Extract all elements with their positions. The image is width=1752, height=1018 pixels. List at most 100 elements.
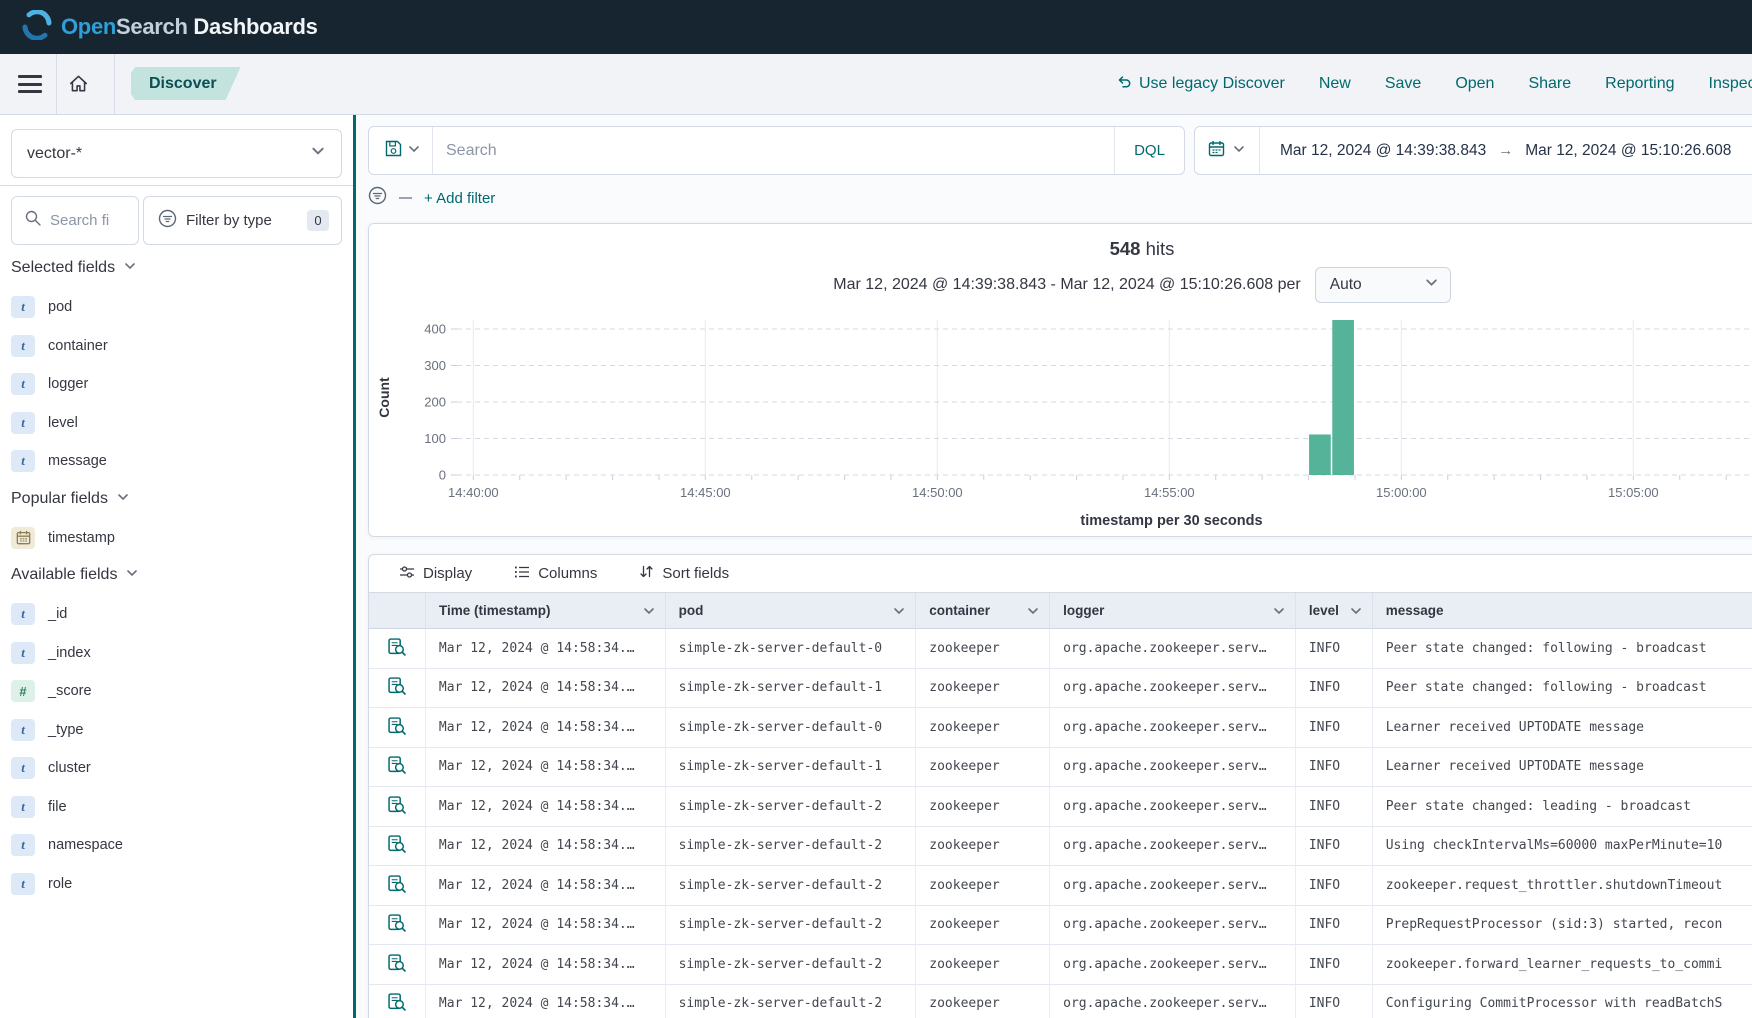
field-item-timestamp[interactable]: timestamp	[11, 519, 342, 558]
expand-document-icon[interactable]	[386, 636, 408, 661]
table-row[interactable]: Mar 12, 2024 @ 14:58:34.…simple-zk-serve…	[369, 787, 1752, 827]
nav-action-inspect[interactable]: Inspect	[1709, 75, 1752, 93]
expand-document-icon[interactable]	[386, 715, 408, 740]
nav-action-use-legacy-discover[interactable]: Use legacy Discover	[1117, 74, 1285, 94]
query-language-button[interactable]: DQL	[1114, 127, 1184, 174]
table-row[interactable]: Mar 12, 2024 @ 14:58:34.…simple-zk-serve…	[369, 906, 1752, 946]
home-icon[interactable]	[68, 73, 89, 97]
toolbar-display-button[interactable]: Display	[399, 564, 472, 584]
table-row[interactable]: Mar 12, 2024 @ 14:58:34.…simple-zk-serve…	[369, 748, 1752, 788]
filter-options-icon[interactable]	[368, 186, 387, 210]
table-row[interactable]: Mar 12, 2024 @ 14:58:34.…simple-zk-serve…	[369, 669, 1752, 709]
field-item-container[interactable]: tcontainer	[11, 327, 342, 366]
column-header-logger[interactable]: logger	[1050, 593, 1296, 628]
column-header-container[interactable]: container	[916, 593, 1050, 628]
column-header-time-timestamp-[interactable]: Time (timestamp)	[426, 593, 666, 628]
divider	[0, 185, 353, 186]
table-row[interactable]: Mar 12, 2024 @ 14:58:34.…simple-zk-serve…	[369, 708, 1752, 748]
field-name: file	[48, 799, 67, 815]
cell-level: INFO	[1296, 985, 1373, 1018]
field-item--id[interactable]: t_id	[11, 595, 342, 634]
cell-message: Peer state changed: leading - broadcast	[1373, 787, 1752, 826]
expand-document-icon[interactable]	[386, 912, 408, 937]
field-item-logger[interactable]: tlogger	[11, 365, 342, 404]
filter-by-type-button[interactable]: Filter by type 0	[143, 196, 342, 245]
add-filter-button[interactable]: + Add filter	[424, 190, 495, 207]
svg-text:0: 0	[439, 468, 446, 483]
cell-pod: simple-zk-server-default-2	[666, 866, 917, 905]
cell-level: INFO	[1296, 906, 1373, 945]
field-item--type[interactable]: t_type	[11, 711, 342, 750]
date-range-picker[interactable]: Mar 12, 2024 @ 14:39:38.843 → Mar 12, 20…	[1194, 126, 1752, 175]
cell-message: Learner received UPTODATE message	[1373, 748, 1752, 787]
expand-document-icon[interactable]	[386, 794, 408, 819]
table-row[interactable]: Mar 12, 2024 @ 14:58:34.…simple-zk-serve…	[369, 629, 1752, 669]
table-row[interactable]: Mar 12, 2024 @ 14:58:34.…simple-zk-serve…	[369, 827, 1752, 867]
chevron-down-icon[interactable]	[1350, 605, 1362, 620]
date-to[interactable]: Mar 12, 2024 @ 15:10:26.608	[1525, 142, 1731, 160]
expand-document-icon[interactable]	[386, 991, 408, 1016]
menu-icon[interactable]	[18, 73, 42, 95]
chevron-down-icon	[408, 142, 420, 160]
section-header-available-fields[interactable]: Available fields	[11, 560, 342, 590]
field-item-cluster[interactable]: tcluster	[11, 749, 342, 788]
string-type-icon: t	[11, 450, 35, 472]
section-header-popular-fields[interactable]: Popular fields	[11, 484, 342, 514]
expand-document-icon[interactable]	[386, 873, 408, 898]
histogram-chart[interactable]: 14:40:0014:45:0014:50:0014:55:0015:00:00…	[369, 311, 1752, 536]
field-name: logger	[48, 376, 88, 392]
saved-query-menu[interactable]	[369, 127, 433, 174]
chevron-down-icon[interactable]	[893, 605, 905, 620]
toolbar-columns-button[interactable]: Columns	[514, 564, 597, 584]
cell-message: Peer state changed: following - broadcas…	[1373, 629, 1752, 668]
opensearch-logo: OpenSearch Dashboards	[22, 10, 318, 45]
nav-action-reporting[interactable]: Reporting	[1605, 75, 1674, 93]
field-item--score[interactable]: #_score	[11, 672, 342, 711]
interval-select[interactable]: Auto	[1315, 267, 1451, 303]
column-header-message[interactable]: message	[1373, 593, 1752, 628]
toolbar-sort-fields-button[interactable]: Sort fields	[639, 564, 729, 583]
cell-message: zookeeper.request_throttler.shutdownTime…	[1373, 866, 1752, 905]
section-header-selected-fields[interactable]: Selected fields	[11, 253, 342, 283]
table-row[interactable]: Mar 12, 2024 @ 14:58:34.…simple-zk-serve…	[369, 945, 1752, 985]
cell-message: zookeeper.forward_learner_requests_to_co…	[1373, 945, 1752, 984]
field-item-file[interactable]: tfile	[11, 788, 342, 827]
field-item-namespace[interactable]: tnamespace	[11, 826, 342, 865]
field-item--index[interactable]: t_index	[11, 634, 342, 673]
expand-document-icon[interactable]	[386, 952, 408, 977]
chevron-down-icon[interactable]	[1027, 605, 1039, 620]
cell-level: INFO	[1296, 629, 1373, 668]
date-from[interactable]: Mar 12, 2024 @ 14:39:38.843	[1280, 142, 1486, 160]
search-input[interactable]: Search	[433, 142, 1114, 160]
chevron-down-icon	[117, 490, 129, 508]
expand-document-icon[interactable]	[386, 833, 408, 858]
string-type-icon: t	[11, 796, 35, 818]
svg-text:Count: Count	[376, 377, 392, 418]
nav-action-open[interactable]: Open	[1455, 75, 1494, 93]
column-header-pod[interactable]: pod	[666, 593, 917, 628]
expand-document-icon[interactable]	[386, 675, 408, 700]
chevron-down-icon[interactable]	[643, 605, 655, 620]
list-icon	[514, 564, 530, 584]
field-item-level[interactable]: tlevel	[11, 404, 342, 443]
date-quick-select[interactable]	[1195, 127, 1260, 174]
cell-message: PrepRequestProcessor (sid:3) started, re…	[1373, 906, 1752, 945]
chevron-down-icon[interactable]	[1273, 605, 1285, 620]
string-type-icon: t	[11, 373, 35, 395]
column-header-level[interactable]: level	[1296, 593, 1373, 628]
search-bar[interactable]: Search DQL	[368, 126, 1185, 175]
breadcrumb[interactable]: Discover	[131, 67, 241, 100]
field-item-message[interactable]: tmessage	[11, 442, 342, 481]
field-list: Selected fieldstpodtcontainertloggertlev…	[11, 250, 342, 903]
expand-document-icon[interactable]	[386, 754, 408, 779]
table-row[interactable]: Mar 12, 2024 @ 14:58:34.…simple-zk-serve…	[369, 866, 1752, 906]
field-item-pod[interactable]: tpod	[11, 288, 342, 327]
field-item-role[interactable]: trole	[11, 865, 342, 904]
field-search-input[interactable]: Search fi	[11, 196, 139, 245]
index-pattern-select[interactable]: vector-*	[11, 129, 342, 178]
cell-level: INFO	[1296, 748, 1373, 787]
table-row[interactable]: Mar 12, 2024 @ 14:58:34.…simple-zk-serve…	[369, 985, 1752, 1018]
nav-action-save[interactable]: Save	[1385, 75, 1421, 93]
nav-action-share[interactable]: Share	[1528, 75, 1571, 93]
nav-action-new[interactable]: New	[1319, 75, 1351, 93]
